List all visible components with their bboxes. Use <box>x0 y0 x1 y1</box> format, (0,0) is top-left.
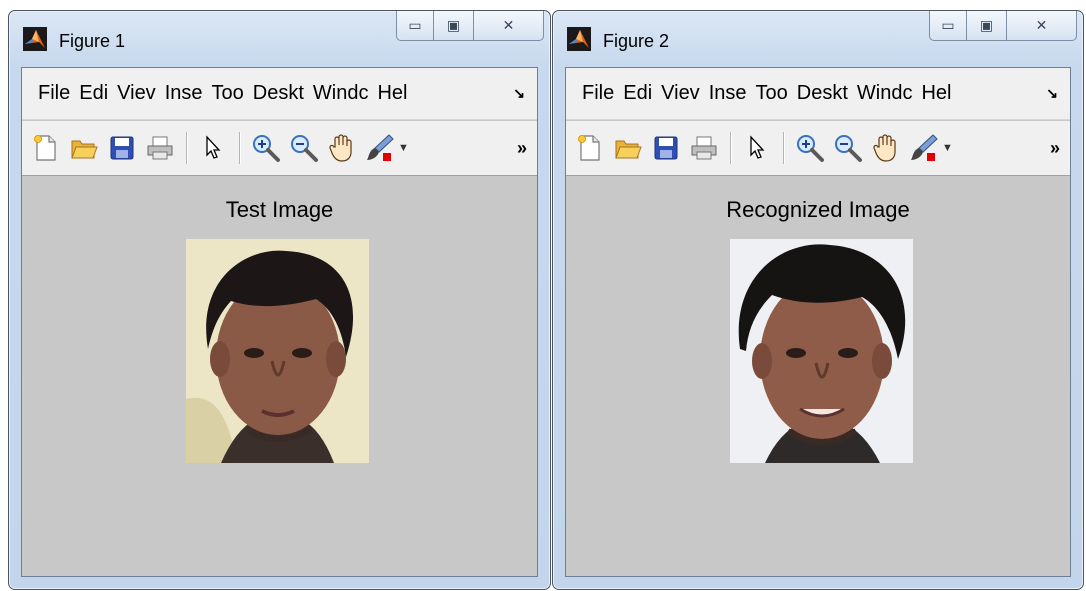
face-image <box>186 239 369 463</box>
minimize-icon: ▭ <box>408 17 422 33</box>
zoom-in-icon <box>253 135 280 162</box>
figure-client-area: File Edi Viev Inse Too Deskt Windc Hel ↘ <box>565 67 1071 577</box>
menu-window[interactable]: Windc <box>313 82 369 105</box>
minimize-button[interactable]: ▭ <box>929 11 967 41</box>
zoom-in-button[interactable] <box>792 130 828 166</box>
menu-insert[interactable]: Inse <box>709 82 747 105</box>
menu-tools[interactable]: Too <box>756 82 788 105</box>
menu-tools[interactable]: Too <box>212 82 244 105</box>
open-file-button[interactable] <box>610 130 646 166</box>
close-icon: ✕ <box>502 17 515 33</box>
print-button[interactable] <box>686 130 722 166</box>
menu-help[interactable]: Hel <box>377 82 407 105</box>
figure-toolbar: ▼ » <box>566 121 1070 176</box>
menu-view[interactable]: Viev <box>117 82 156 105</box>
open-folder-icon <box>71 140 98 159</box>
save-icon <box>110 136 134 160</box>
menu-insert[interactable]: Inse <box>165 82 203 105</box>
matlab-icon <box>23 27 47 51</box>
face-image <box>730 239 913 463</box>
menu-bar: File Edi Viev Inse Too Deskt Windc Hel ↘ <box>566 68 1070 120</box>
brush-dropdown-icon[interactable]: ▼ <box>942 142 953 154</box>
menu-bar: File Edi Viev Inse Too Deskt Windc Hel ↘ <box>22 68 537 120</box>
brush-icon <box>911 134 938 161</box>
figure-1-window: Figure 1 ▭ ▣ ✕ File Edi Viev Inse Too De… <box>8 10 551 590</box>
zoom-out-icon <box>291 135 318 162</box>
matlab-icon <box>567 27 591 51</box>
menu-window[interactable]: Windc <box>857 82 913 105</box>
save-button[interactable] <box>104 130 140 166</box>
menu-desktop[interactable]: Deskt <box>797 82 848 105</box>
menu-edit[interactable]: Edi <box>79 82 108 105</box>
window-title: Figure 2 <box>603 31 670 51</box>
toolbar-separator <box>239 132 240 164</box>
figure-canvas: Recognized Image <box>566 177 1070 576</box>
toolbar-overflow-icon[interactable]: » <box>1050 138 1060 159</box>
close-icon: ✕ <box>1035 17 1048 33</box>
zoom-out-icon <box>835 135 862 162</box>
menu-help[interactable]: Hel <box>921 82 951 105</box>
new-file-icon <box>34 135 56 161</box>
axes-title: Test Image <box>225 197 334 222</box>
pan-hand-icon <box>873 134 896 162</box>
brush-icon <box>367 134 394 161</box>
minimize-button[interactable]: ▭ <box>396 11 434 41</box>
zoom-in-button[interactable] <box>248 130 284 166</box>
save-button[interactable] <box>648 130 684 166</box>
menu-file[interactable]: File <box>582 82 614 105</box>
toolbar-separator <box>186 132 187 164</box>
zoom-in-icon <box>797 135 824 162</box>
brush-button[interactable] <box>906 130 942 166</box>
pan-button[interactable] <box>868 130 904 166</box>
select-button[interactable] <box>195 130 231 166</box>
menu-overflow-icon[interactable]: ↘ <box>1046 85 1058 102</box>
menu-file[interactable]: File <box>38 82 70 105</box>
zoom-out-button[interactable] <box>286 130 322 166</box>
close-button[interactable]: ✕ <box>474 11 544 41</box>
maximize-icon: ▣ <box>979 17 994 33</box>
brush-button[interactable] <box>362 130 398 166</box>
new-file-button[interactable] <box>572 130 608 166</box>
brush-dropdown-icon[interactable]: ▼ <box>398 142 409 154</box>
minimize-icon: ▭ <box>941 17 955 33</box>
save-icon <box>654 136 678 160</box>
print-icon <box>147 136 173 160</box>
title-bar[interactable]: Figure 2 ▭ ▣ ✕ <box>553 11 1083 67</box>
menu-view[interactable]: Viev <box>661 82 700 105</box>
title-bar[interactable]: Figure 1 ▭ ▣ ✕ <box>9 11 550 67</box>
zoom-out-button[interactable] <box>830 130 866 166</box>
menu-overflow-icon[interactable]: ↘ <box>513 85 525 102</box>
pointer-icon <box>750 135 765 159</box>
open-folder-icon <box>615 140 642 159</box>
print-button[interactable] <box>142 130 178 166</box>
toolbar-separator <box>730 132 731 164</box>
pan-hand-icon <box>329 134 352 162</box>
figure-toolbar: ▼ » <box>22 121 537 176</box>
menu-edit[interactable]: Edi <box>623 82 652 105</box>
maximize-button[interactable]: ▣ <box>967 11 1007 41</box>
pointer-icon <box>206 135 221 159</box>
caption-buttons: ▭ ▣ ✕ <box>929 11 1077 41</box>
select-button[interactable] <box>739 130 775 166</box>
axes-title: Recognized Image <box>726 197 910 222</box>
figure-canvas: Test Image <box>22 177 537 576</box>
figure-client-area: File Edi Viev Inse Too Deskt Windc Hel ↘ <box>21 67 538 577</box>
window-title: Figure 1 <box>59 31 126 51</box>
pan-button[interactable] <box>324 130 360 166</box>
new-file-icon <box>578 135 600 161</box>
print-icon <box>691 136 717 160</box>
open-file-button[interactable] <box>66 130 102 166</box>
maximize-button[interactable]: ▣ <box>434 11 474 41</box>
new-file-button[interactable] <box>28 130 64 166</box>
close-button[interactable]: ✕ <box>1007 11 1077 41</box>
caption-buttons: ▭ ▣ ✕ <box>396 11 544 41</box>
maximize-icon: ▣ <box>446 17 461 33</box>
menu-desktop[interactable]: Deskt <box>253 82 304 105</box>
toolbar-overflow-icon[interactable]: » <box>517 138 527 159</box>
figure-2-window: Figure 2 ▭ ▣ ✕ File Edi Viev Inse Too De… <box>552 10 1084 590</box>
toolbar-separator <box>783 132 784 164</box>
